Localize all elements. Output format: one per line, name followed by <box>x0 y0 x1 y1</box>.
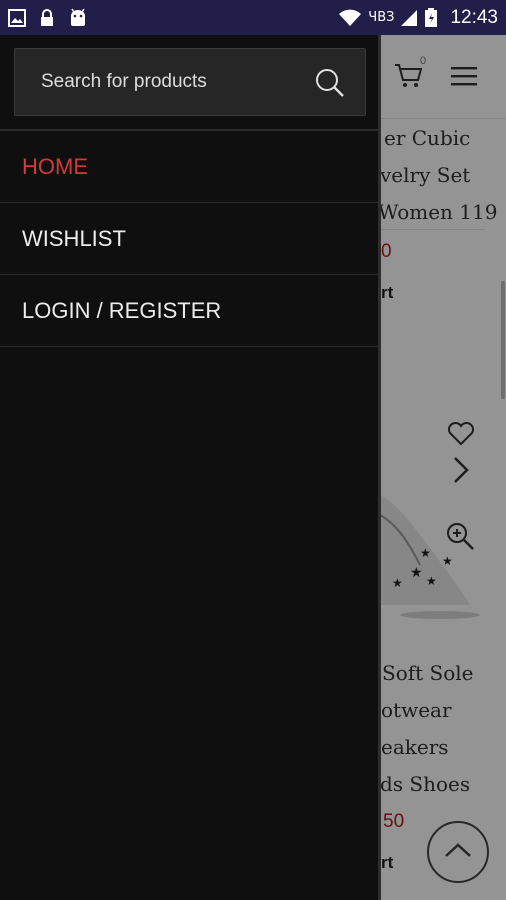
signal-icon <box>400 9 418 27</box>
navigation-drawer: HOME WISHLIST LOGIN / REGISTER <box>0 35 380 900</box>
carrier-label: ЧВЗ <box>368 10 395 25</box>
image-icon <box>8 8 26 27</box>
search-icon[interactable] <box>315 68 345 103</box>
drawer-edge <box>378 35 381 900</box>
lock-icon <box>39 8 55 27</box>
nav-item-label: LOGIN / REGISTER <box>22 297 222 323</box>
wifi-icon <box>338 9 362 27</box>
status-bar: ЧВЗ 12:43 <box>0 0 506 35</box>
search-box <box>14 48 366 116</box>
nav-item-label: HOME <box>22 153 88 179</box>
nav-item-home[interactable]: HOME <box>0 131 380 203</box>
status-time: 12:43 <box>450 6 498 28</box>
battery-icon <box>424 7 438 28</box>
nav-item-label: WISHLIST <box>22 225 126 251</box>
search-input[interactable] <box>41 71 301 93</box>
android-icon <box>68 8 88 28</box>
nav-item-login-register[interactable]: LOGIN / REGISTER <box>0 275 380 347</box>
drawer-search-section <box>0 35 380 131</box>
nav-item-wishlist[interactable]: WISHLIST <box>0 203 380 275</box>
